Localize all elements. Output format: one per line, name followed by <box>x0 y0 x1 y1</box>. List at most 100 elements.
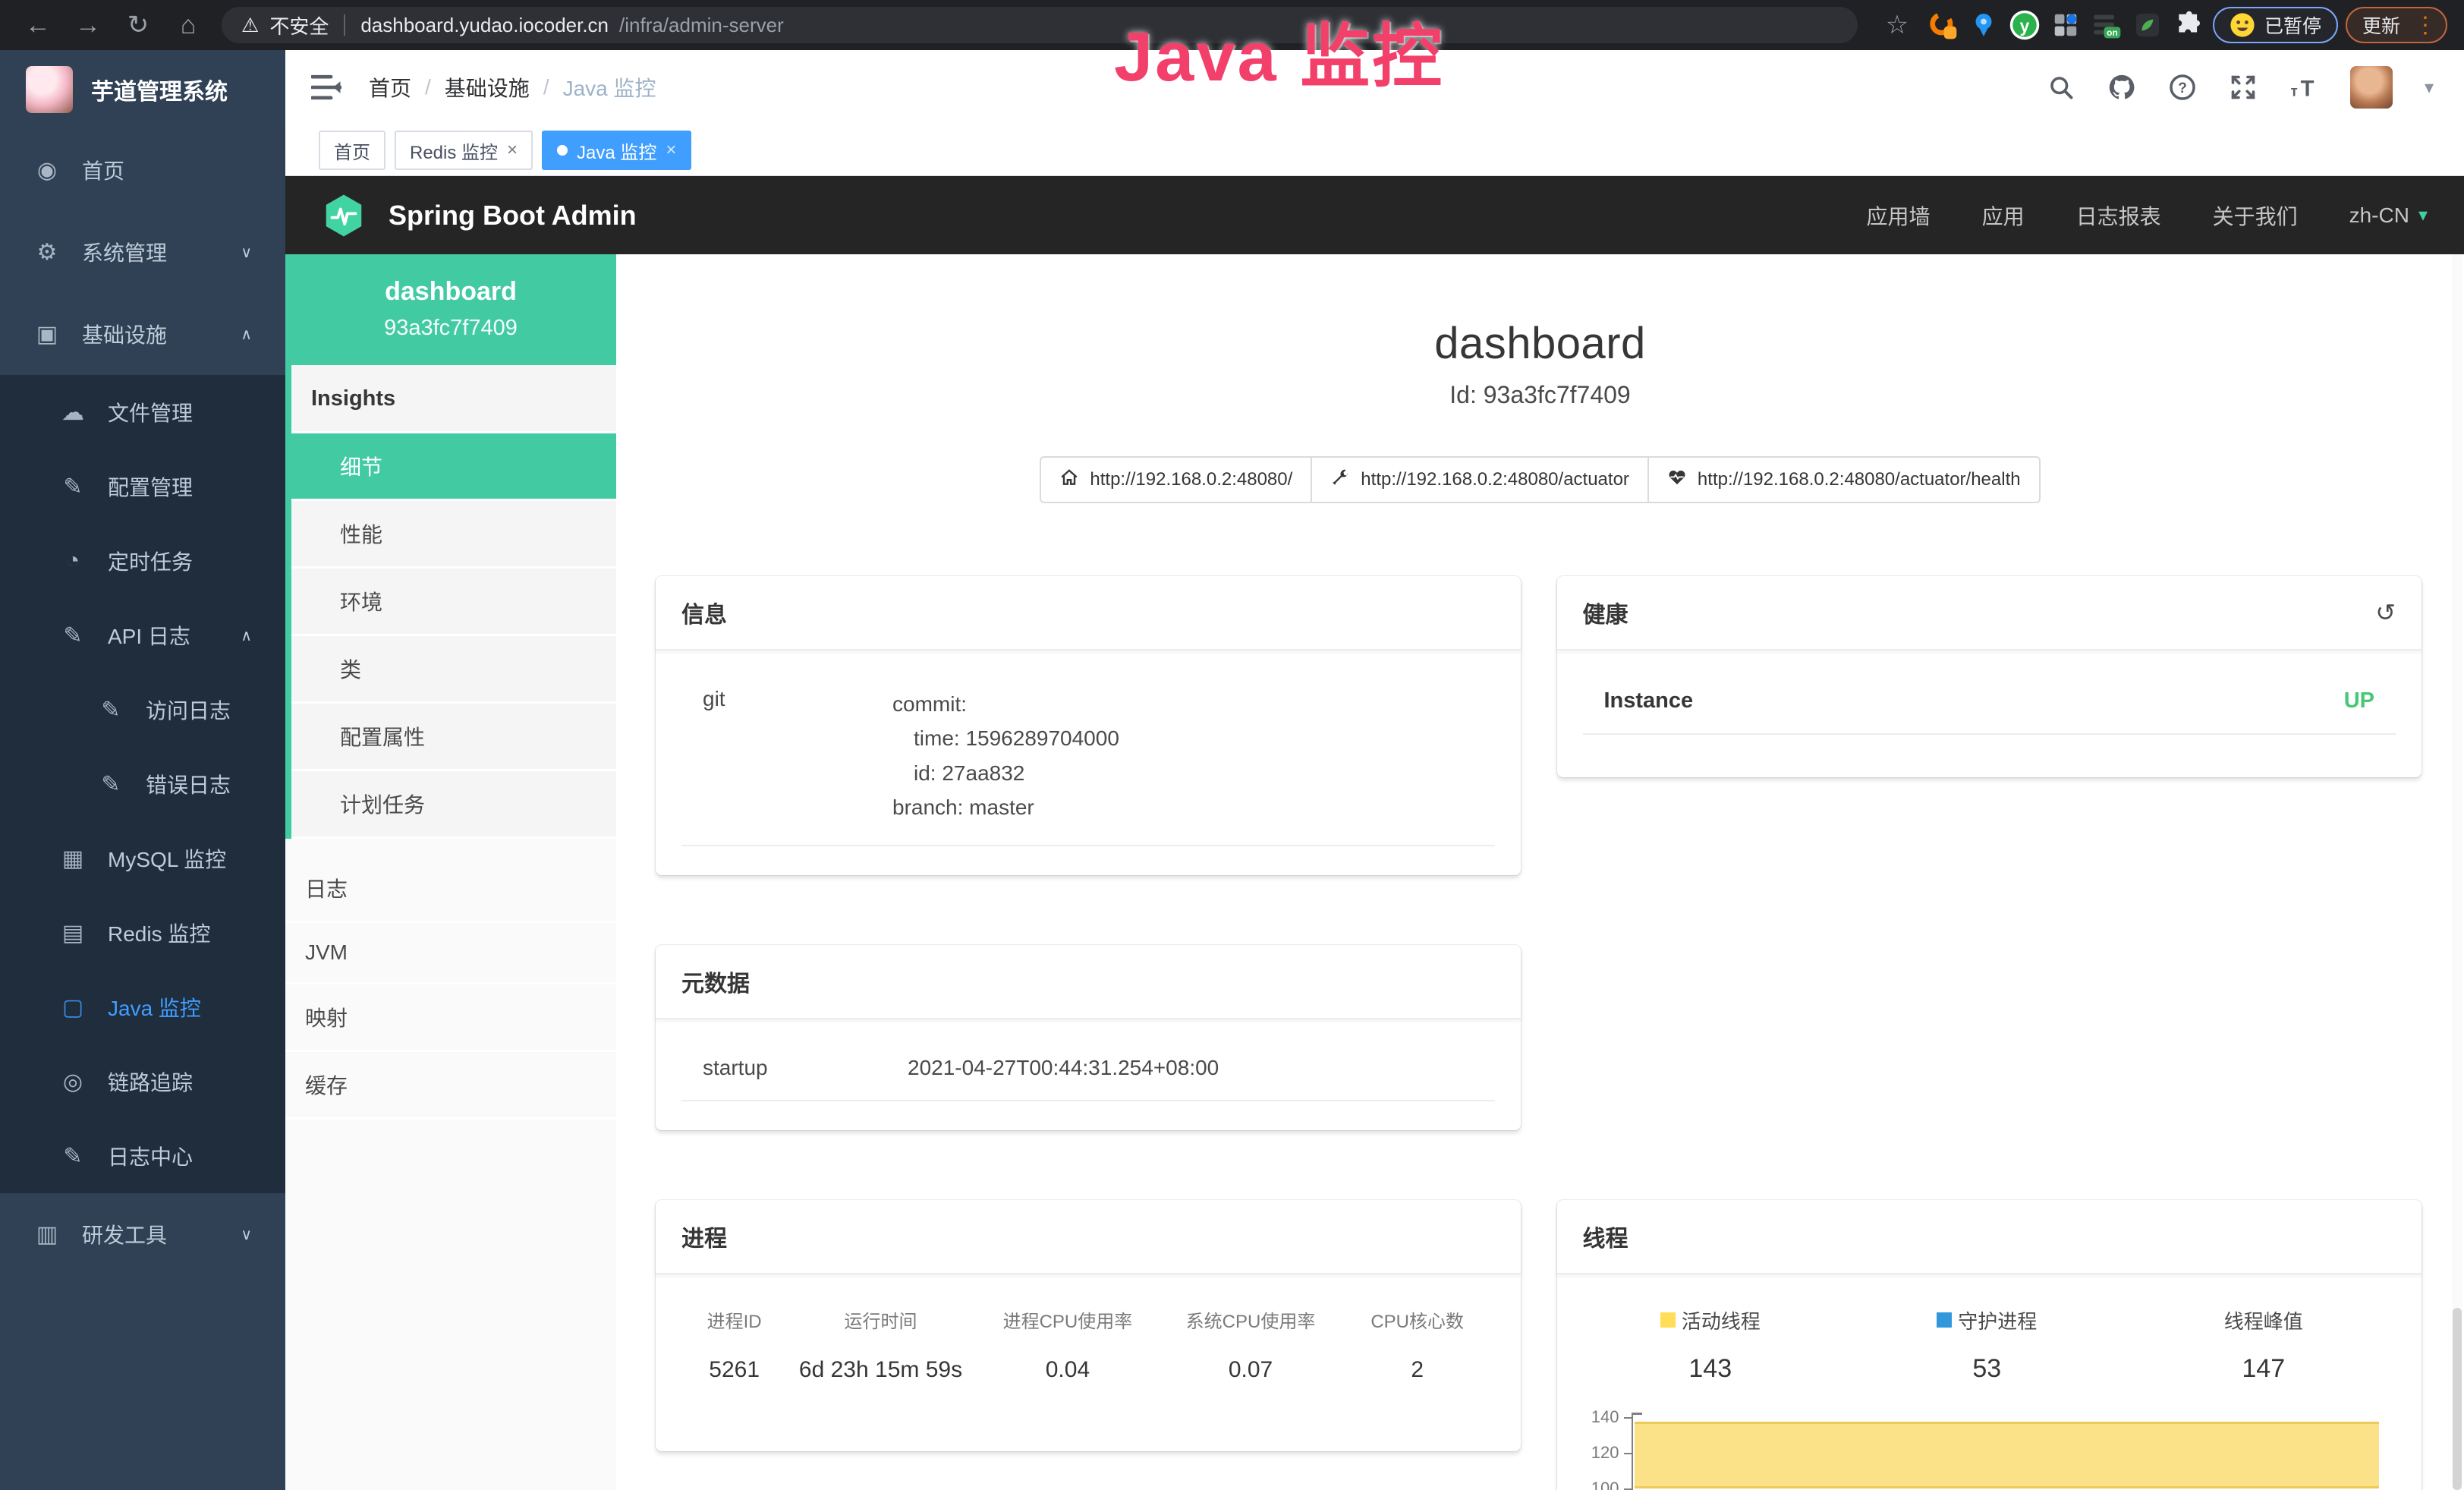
history-icon[interactable]: ↺ <box>2375 598 2396 627</box>
scrollbar-thumb[interactable] <box>2453 1308 2462 1490</box>
sidebar-item-log-center[interactable]: ✎日志中心 <box>0 1119 285 1193</box>
git-commit-details: commit:time: 1596289704000id: 27aa832bra… <box>892 687 1119 824</box>
sba-menu-item-细节[interactable]: 细节 <box>291 433 616 501</box>
threads-chart: 140120100 <box>1572 1413 2403 1490</box>
git-row: git commit:time: 1596289704000id: 27aa83… <box>681 682 1495 846</box>
browser-menu-kebab-icon[interactable]: ⋮ <box>2414 12 2437 39</box>
tab-home[interactable]: 首页 <box>319 131 385 170</box>
health-card-title: 健康 <box>1583 596 1629 629</box>
breadcrumb-infrastructure[interactable]: 基础设施 <box>445 72 530 102</box>
sidebar-item-infrastructure[interactable]: ▣基础设施∧ <box>0 293 285 375</box>
cloud-upload-icon: ☁ <box>59 399 87 426</box>
sba-menu-item-性能[interactable]: 性能 <box>291 501 616 569</box>
address-bar[interactable]: ⚠ 不安全 dashboard.yudao.iocoder.cn/infra/a… <box>222 7 1858 43</box>
leaf-extension-icon[interactable] <box>2131 8 2164 42</box>
sba-nav-journal[interactable]: 日志报表 <box>2076 200 2161 231</box>
svg-text:T: T <box>2301 77 2315 101</box>
sidebar-item-scheduled-jobs[interactable]: ◔定时任务 <box>0 524 285 598</box>
sidebar-item-api-log[interactable]: ✎API 日志∧ <box>0 598 285 673</box>
sidebar-item-system-mgmt[interactable]: ⚙系统管理∨ <box>0 211 285 293</box>
sidebar-item-dev-tools[interactable]: ▥研发工具∨ <box>0 1193 285 1275</box>
sba-menu-item-JVM[interactable]: JVM <box>285 923 616 984</box>
chevron-down-icon: ∨ <box>241 1225 252 1244</box>
metadata-card: 元数据 startup 2021-04-27T00:44:31.254+08:0… <box>656 945 1521 1130</box>
browser-home-icon[interactable]: ⌂ <box>167 0 209 50</box>
font-size-icon[interactable]: тT <box>2289 73 2318 102</box>
instance-link-button[interactable]: http://192.168.0.2:48080/actuator/health <box>1647 456 2041 503</box>
reload-icon[interactable]: ↻ <box>117 0 159 50</box>
user-avatar[interactable] <box>2350 66 2393 109</box>
instance-header[interactable]: dashboard 93a3fc7f7409 <box>285 254 616 365</box>
sidebar-item-label: 访问日志 <box>146 695 231 725</box>
tab-java-monitor[interactable]: Java 监控× <box>542 131 691 170</box>
sba-menu-item-类[interactable]: 类 <box>291 636 616 704</box>
startup-value: 2021-04-27T00:44:31.254+08:00 <box>908 1056 1219 1080</box>
sba-nav-about[interactable]: 关于我们 <box>2213 200 2298 231</box>
paused-label: 已暂停 <box>2264 11 2321 39</box>
update-button[interactable]: 更新 ⋮ <box>2346 7 2447 43</box>
close-icon[interactable]: × <box>507 140 518 161</box>
threads-legend-item: 守护进程 <box>1849 1306 2126 1334</box>
fullscreen-icon[interactable] <box>2229 73 2258 102</box>
search-icon[interactable] <box>2047 73 2075 102</box>
bookmark-star-icon[interactable]: ☆ <box>1876 0 1918 50</box>
dashboard-icon: ◉ <box>33 157 61 184</box>
process-column-header: CPU核心数 <box>1340 1306 1495 1333</box>
hamburger-icon[interactable] <box>311 74 341 100</box>
git-line: branch: master <box>892 790 1119 824</box>
sidebar-item-error-log[interactable]: ✎错误日志 <box>0 747 285 821</box>
sba-menu-item-映射[interactable]: 映射 <box>285 984 616 1052</box>
sba-nav-wallboard[interactable]: 应用墙 <box>1867 200 1931 231</box>
user-caret-down-icon[interactable]: ▾ <box>2425 77 2434 99</box>
threads-values: 14353147 <box>1572 1354 2403 1384</box>
grid-extension-icon[interactable] <box>2049 8 2082 42</box>
scrollbar-track[interactable] <box>2452 254 2462 1490</box>
health-instance-label: Instance <box>1604 688 1694 713</box>
sidebar-item-config-mgmt[interactable]: ✎配置管理 <box>0 449 285 524</box>
sidebar-item-redis-monitor[interactable]: ▤Redis 监控 <box>0 896 285 970</box>
tab-redis-monitor[interactable]: Redis 监控 × <box>395 131 533 170</box>
sba-menu-item-日志[interactable]: 日志 <box>285 855 616 923</box>
sidebar-item-java-monitor[interactable]: ▢Java 监控 <box>0 970 285 1044</box>
chevron-up-icon: ∧ <box>241 626 252 645</box>
extensions-puzzle-icon[interactable] <box>2172 8 2205 42</box>
sidebar-item-access-log[interactable]: ✎访问日志 <box>0 673 285 747</box>
tab-label: Redis 监控 <box>410 137 498 164</box>
legend-color-swatch <box>1937 1312 1952 1328</box>
y-extension-icon[interactable]: y <box>2008 8 2041 42</box>
back-icon[interactable]: ← <box>17 0 59 50</box>
instance-link-button[interactable]: http://192.168.0.2:48080/ <box>1040 456 1312 503</box>
sba-menu-item-配置属性[interactable]: 配置属性 <box>291 704 616 771</box>
github-icon[interactable] <box>2107 73 2136 102</box>
paused-extension-button[interactable]: 已暂停 <box>2213 7 2338 43</box>
page-title: dashboard <box>616 318 2464 369</box>
sba-menu-item-环境[interactable]: 环境 <box>291 569 616 636</box>
pin-extension-icon[interactable] <box>1967 8 2000 42</box>
process-cell-value: 5261 <box>681 1357 787 1383</box>
sidebar-item-home[interactable]: ◉首页 <box>0 129 285 211</box>
sba-nav-applications[interactable]: 应用 <box>1982 200 2025 231</box>
threads-card: 线程 活动线程守护进程线程峰值 14353147 140120100 <box>1557 1200 2422 1490</box>
sba-brand-title[interactable]: Spring Boot Admin <box>389 200 637 232</box>
sidebar-item-label: 日志中心 <box>108 1141 193 1171</box>
chevron-down-icon: ∨ <box>241 243 252 262</box>
sidebar-item-mysql-monitor[interactable]: ▦MySQL 监控 <box>0 821 285 896</box>
forward-icon[interactable]: → <box>67 0 109 50</box>
colab-extension-icon[interactable] <box>1926 8 1959 42</box>
close-icon[interactable]: × <box>666 140 676 161</box>
onetab-extension-icon[interactable]: on <box>2090 8 2123 42</box>
svg-text:y: y <box>2020 16 2030 36</box>
sba-menu-item-计划任务[interactable]: 计划任务 <box>291 771 616 839</box>
process-column-header: 进程ID <box>681 1306 787 1333</box>
sidebar-item-file-mgmt[interactable]: ☁文件管理 <box>0 375 285 449</box>
urlbar-divider <box>344 14 345 36</box>
instance-link-button[interactable]: http://192.168.0.2:48080/actuator <box>1311 456 1649 503</box>
sidebar-item-label: 系统管理 <box>82 237 167 267</box>
help-icon[interactable]: ? <box>2168 73 2197 102</box>
sidebar-item-trace[interactable]: ◎链路追踪 <box>0 1044 285 1119</box>
sidebar-menu: ◉首页⚙系统管理∨▣基础设施∧☁文件管理✎配置管理◔定时任务✎API 日志∧✎访… <box>0 129 285 1275</box>
locale-selector[interactable]: zh-CN▾ <box>2349 203 2428 228</box>
sba-menu-item-缓存[interactable]: 缓存 <box>285 1052 616 1120</box>
instance-links: http://192.168.0.2:48080/http://192.168.… <box>616 456 2464 503</box>
breadcrumb-home[interactable]: 首页 <box>369 72 411 102</box>
